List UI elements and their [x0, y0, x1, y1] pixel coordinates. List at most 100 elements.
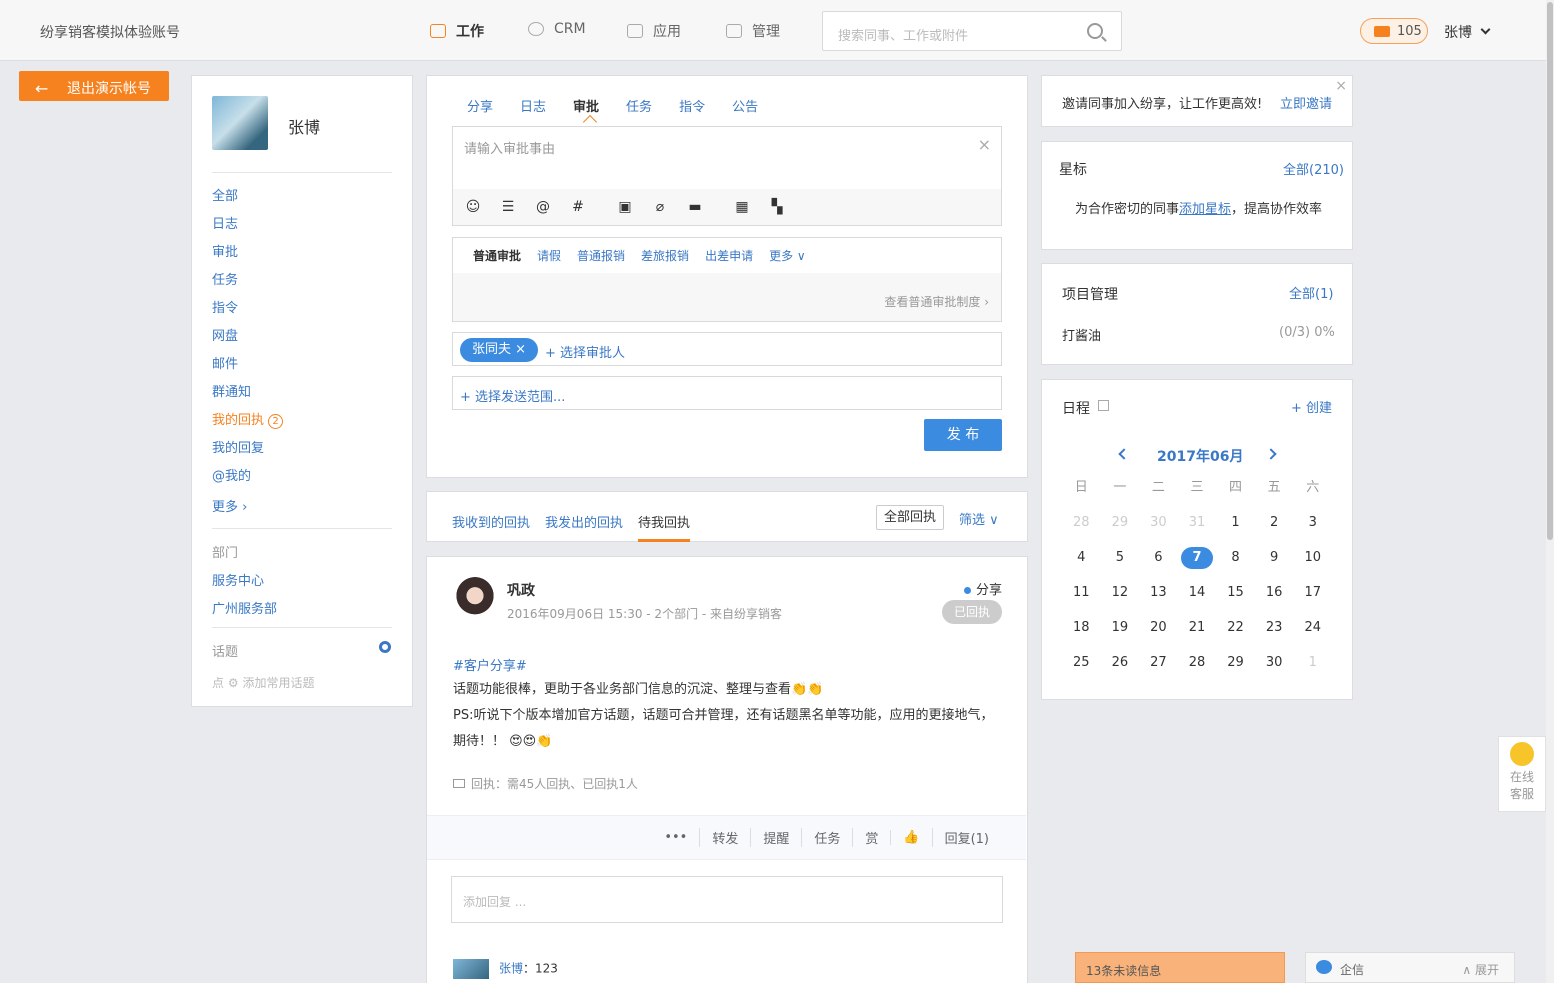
create-schedule-button[interactable]: + 创建	[1291, 397, 1332, 416]
qixin-chat-bar[interactable]: 企信 ∧ 展开	[1305, 952, 1515, 983]
avatar[interactable]	[212, 96, 268, 150]
calendar-day[interactable]: 1	[1216, 512, 1255, 534]
all-receipts-button[interactable]: 全部回执	[876, 505, 944, 530]
calendar-day[interactable]: 24	[1293, 617, 1332, 639]
approver-chip[interactable]: 张同夫 ×	[460, 338, 539, 362]
online-service-button[interactable]: 在线客服	[1498, 736, 1546, 812]
avatar[interactable]	[453, 959, 489, 979]
like-icon[interactable]: 👍	[890, 830, 931, 845]
tab-approval[interactable]: 审批	[573, 96, 599, 115]
copy-icon[interactable]	[1098, 400, 1109, 411]
forward-button[interactable]: 转发	[699, 828, 750, 847]
approval-type-reimburse[interactable]: 普通报销	[577, 247, 625, 264]
calendar-day[interactable]: 19	[1101, 617, 1140, 639]
next-month-icon[interactable]	[1265, 448, 1277, 460]
approval-reason-input[interactable]: 请输入审批事由 × ☺ ☰ @ # ▣ ⌀ ▬ ▦ ▚	[452, 126, 1002, 226]
calendar-day[interactable]: 14	[1178, 582, 1217, 604]
calendar-day[interactable]: 18	[1062, 617, 1101, 639]
calendar-day[interactable]: 13	[1139, 582, 1178, 604]
tab-sent-receipts[interactable]: 我发出的回执	[545, 512, 623, 531]
calendar-day[interactable]: 29	[1101, 512, 1140, 534]
sidebar-item-dept[interactable]: 广州服务部	[212, 598, 277, 617]
nav-crm[interactable]: CRM	[528, 21, 586, 37]
calendar-day[interactable]: 31	[1178, 512, 1217, 534]
netdisk-icon[interactable]: ▬	[687, 199, 703, 215]
calendar-day[interactable]: 5	[1101, 547, 1140, 569]
calendar-day[interactable]: 30	[1139, 512, 1178, 534]
publish-button[interactable]: 发 布	[924, 419, 1002, 451]
sidebar-item-all[interactable]: 全部	[212, 185, 238, 204]
calendar-day[interactable]: 26	[1101, 652, 1140, 674]
approval-type-more[interactable]: 更多 ∨	[769, 247, 806, 264]
calendar-day[interactable]: 3	[1293, 512, 1332, 534]
reply-button[interactable]: 回复(1)	[931, 828, 1001, 847]
emoji-icon[interactable]: ☺	[465, 199, 481, 215]
calendar-day[interactable]: 11	[1062, 582, 1101, 604]
remind-button[interactable]: 提醒	[750, 828, 801, 847]
comment-author[interactable]: 张博	[499, 962, 523, 976]
select-approver-button[interactable]: + 选择审批人	[545, 342, 625, 361]
add-star-link[interactable]: 添加星标	[1179, 202, 1231, 217]
scope-picker[interactable]: + 选择发送范围...	[452, 376, 1002, 410]
star-all-link[interactable]: 全部(210)	[1283, 159, 1344, 178]
more-actions-button[interactable]: •••	[652, 830, 699, 845]
nav-apps[interactable]: 应用	[627, 21, 681, 41]
reply-input[interactable]: 添加回复 ...	[451, 876, 1003, 923]
mention-icon[interactable]: @	[535, 199, 551, 215]
calendar-day[interactable]: 9	[1255, 547, 1294, 569]
calendar-day[interactable]: 20	[1139, 617, 1178, 639]
calendar-day[interactable]: 1	[1293, 652, 1332, 674]
sidebar-item-approval[interactable]: 审批	[212, 241, 238, 260]
tab-share[interactable]: 分享	[467, 96, 493, 115]
calendar-day[interactable]: 4	[1062, 547, 1101, 569]
expand-button[interactable]: ∧ 展开	[1462, 961, 1499, 978]
post-author[interactable]: 巩政	[507, 580, 535, 600]
approval-type-general[interactable]: 普通审批	[473, 247, 521, 264]
calendar-day[interactable]: 17	[1293, 582, 1332, 604]
sidebar-item-my-reply[interactable]: 我的回复	[212, 437, 264, 456]
calendar-day[interactable]: 10	[1293, 547, 1332, 569]
sidebar-item-at-me[interactable]: @我的	[212, 465, 251, 484]
sidebar-item-group-notice[interactable]: 群通知	[212, 381, 251, 400]
calendar-day[interactable]: 27	[1139, 652, 1178, 674]
widget-icon[interactable]: ▚	[769, 199, 785, 215]
project-name[interactable]: 打酱油	[1062, 325, 1101, 344]
nav-manage[interactable]: 管理	[726, 21, 780, 41]
close-icon[interactable]: ×	[1335, 78, 1347, 94]
calendar-day[interactable]: 7	[1178, 547, 1217, 569]
approval-type-travel-reimburse[interactable]: 差旅报销	[641, 247, 689, 264]
calendar-day[interactable]: 6	[1139, 547, 1178, 569]
sidebar-item-dept[interactable]: 服务中心	[212, 570, 264, 589]
tab-received-receipts[interactable]: 我收到的回执	[452, 512, 530, 531]
exit-demo-button[interactable]: ← 退出演示帐号	[19, 71, 169, 101]
view-policy-link[interactable]: 查看普通审批制度 ›	[884, 293, 989, 310]
unread-messages-bar[interactable]: 13条未读信息	[1075, 952, 1285, 983]
calendar-day[interactable]: 30	[1255, 652, 1294, 674]
tab-log[interactable]: 日志	[520, 96, 546, 115]
calendar-day[interactable]: 8	[1216, 547, 1255, 569]
tab-notice[interactable]: 公告	[732, 96, 758, 115]
gear-icon[interactable]	[379, 641, 391, 653]
calendar-day[interactable]: 15	[1216, 582, 1255, 604]
calendar-day[interactable]: 16	[1255, 582, 1294, 604]
search-input[interactable]: 搜索同事、工作或附件	[822, 11, 1122, 51]
calendar-day[interactable]: 22	[1216, 617, 1255, 639]
search-icon[interactable]	[1087, 23, 1103, 39]
mail-button[interactable]: 105	[1360, 18, 1428, 44]
list-icon[interactable]: ☰	[500, 199, 516, 215]
user-menu[interactable]: 张博	[1444, 22, 1491, 42]
prev-month-icon[interactable]	[1118, 448, 1130, 460]
nav-work[interactable]: 工作	[430, 21, 484, 41]
scrollbar[interactable]	[1546, 0, 1554, 983]
calendar-day[interactable]: 28	[1062, 512, 1101, 534]
avatar[interactable]	[453, 575, 497, 621]
task-button[interactable]: 任务	[801, 828, 852, 847]
hashtag-icon[interactable]: #	[570, 199, 586, 215]
sidebar-item-netdisk[interactable]: 网盘	[212, 325, 238, 344]
approver-picker[interactable]: 张同夫 × + 选择审批人	[452, 332, 1002, 366]
attachment-icon[interactable]: ⌀	[652, 199, 668, 215]
calendar-day[interactable]: 21	[1178, 617, 1217, 639]
filter-dropdown[interactable]: 筛选 ∨	[959, 509, 999, 528]
topic-tag[interactable]: #客户分享#	[453, 655, 527, 674]
sidebar-item-log[interactable]: 日志	[212, 213, 238, 232]
